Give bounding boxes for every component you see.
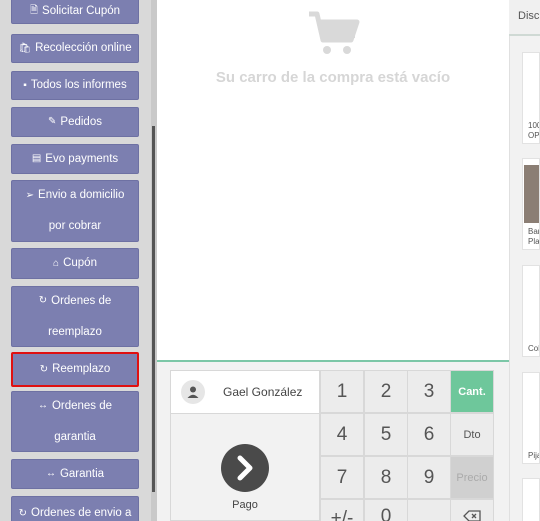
button-label-line2: por cobrar [48, 220, 102, 232]
numpad-key-4[interactable]: 4 [320, 413, 364, 456]
cart-panel: Su carro de la compra está vacío [157, 0, 509, 361]
button-label: Pedidos [60, 115, 102, 128]
product-card[interactable] [522, 478, 540, 521]
arrows-horizontal-icon: ↔ [37, 400, 48, 411]
recoleccion-online-button[interactable]: 🛍 Recolección online [11, 34, 139, 63]
button-label: Envio a domicilio [38, 189, 125, 201]
product-card[interactable]: Col [522, 265, 540, 357]
customer-name: Gael González [223, 385, 303, 399]
button-label: Recolección online [35, 42, 132, 54]
arrows-horizontal-icon: ↔ [45, 468, 56, 479]
book-icon: ▪ [23, 79, 27, 91]
customer-button[interactable]: Gael González [170, 370, 320, 414]
button-label-line2: garantia [54, 430, 96, 443]
shopping-bag-icon: 🛍 [18, 42, 32, 54]
quantity-mode-button[interactable]: Cant. [450, 370, 494, 413]
product-card[interactable]: 100 OP [522, 52, 540, 144]
refresh-icon: ↻ [38, 295, 48, 306]
shopping-cart-icon [309, 11, 360, 54]
numpad-key-3[interactable]: 3 [407, 370, 451, 413]
button-label: Evo payments [45, 152, 119, 165]
gift-icon: ⌂ [53, 257, 60, 269]
solicitar-cupon-button[interactable]: 🗎 Solicitar Cupón [11, 0, 139, 24]
envio-a-domicilio-button[interactable]: ➢ Envio a domicilio por cobrar [11, 180, 139, 242]
sidebar-scrollbar-thumb[interactable] [152, 126, 155, 492]
discount-mode-button[interactable]: Dto [450, 413, 494, 456]
ordenes-de-envio-button[interactable]: ↻ Ordenes de envio a [11, 496, 139, 521]
button-label: Garantia [59, 467, 105, 480]
empty-cart-message: Su carro de la compra está vacío [215, 69, 451, 86]
button-label: Ordenes de [51, 399, 113, 412]
numpad-key-0[interactable]: 0 [364, 499, 408, 521]
button-label: Ordenes de [51, 294, 112, 307]
button-label-line2: reemplazo [48, 325, 102, 338]
refresh-icon: ↻ [18, 507, 27, 519]
numpad-key-8[interactable]: 8 [364, 456, 408, 499]
product-card[interactable]: Bar Plac [522, 158, 540, 250]
document-icon: 🗎 [29, 5, 39, 16]
numpad-key-6[interactable]: 6 [407, 413, 451, 456]
numpad-key-7[interactable]: 7 [320, 456, 364, 499]
product-name: Pija [528, 451, 539, 460]
refresh-icon: ↻ [39, 363, 49, 375]
reemplazo-button[interactable]: ↻ Reemplazo [11, 352, 139, 387]
button-label: Reemplazo [52, 363, 111, 375]
button-label: Todos los informes [30, 79, 127, 91]
backspace-button[interactable] [407, 499, 451, 521]
backspace-key[interactable] [450, 499, 494, 521]
product-image [524, 165, 539, 223]
backspace-icon [463, 510, 481, 521]
credit-card-icon: ▤ [31, 153, 42, 164]
payment-label: Pago [232, 499, 258, 511]
pedidos-button[interactable]: ✎ Pedidos [11, 107, 139, 137]
numpad-key-1[interactable]: 1 [320, 370, 364, 413]
product-name: 100 [528, 121, 539, 130]
ordenes-de-garantia-button[interactable]: ↔ Ordenes de garantia [11, 391, 139, 452]
garantia-button[interactable]: ↔ Garantia [11, 459, 139, 489]
evo-payments-button[interactable]: ▤ Evo payments [11, 144, 139, 174]
todos-los-informes-button[interactable]: ▪ Todos los informes [11, 71, 139, 100]
numpad-key-9[interactable]: 9 [407, 456, 451, 499]
ordenes-de-reemplazo-button[interactable]: ↻ Ordenes de reemplazo [11, 286, 139, 347]
product-name: Bar [528, 227, 540, 236]
chevron-right-icon [221, 444, 269, 492]
numpad-key-2[interactable]: 2 [364, 370, 408, 413]
payment-button[interactable]: Pago [170, 414, 320, 521]
numpad-key-5[interactable]: 5 [364, 413, 408, 456]
user-icon [181, 380, 205, 404]
product-name-line2: OP [528, 131, 540, 140]
button-label: Cupón [63, 257, 97, 269]
category-tab[interactable]: Disc [518, 10, 539, 22]
product-card[interactable]: Pija [522, 372, 540, 464]
numpad-key-plus-minus[interactable]: +/- [320, 499, 364, 521]
button-label: Solicitar Cupón [42, 4, 121, 17]
cupon-button[interactable]: ⌂ Cupón [11, 248, 139, 279]
product-name-line2: Plac [528, 237, 540, 246]
paper-plane-icon: ➢ [25, 189, 35, 201]
price-mode-button[interactable]: Precio [450, 456, 494, 499]
product-name: Col [528, 344, 540, 353]
paperclip-icon: ✎ [48, 116, 57, 127]
button-label: Ordenes de envio a [31, 507, 132, 519]
